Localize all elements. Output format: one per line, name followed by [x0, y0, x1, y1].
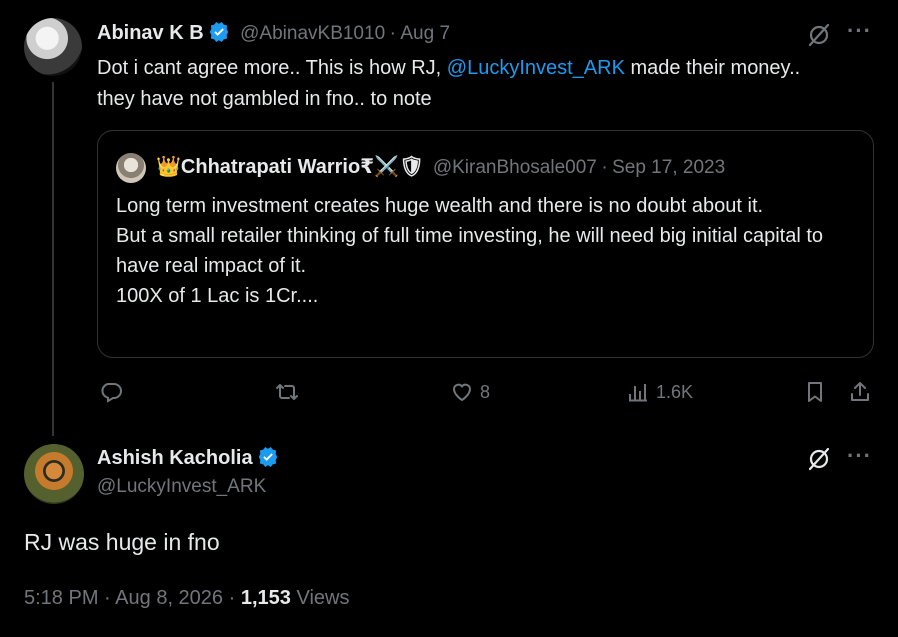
verified-badge-icon: [209, 22, 228, 42]
quote-author-name: 👑Chhatrapati Warrio₹⚔️🛡: [156, 156, 425, 178]
quote-text: Long term investment creates huge wealth…: [116, 191, 856, 311]
share-icon: [851, 382, 869, 401]
avatar-abinav[interactable]: [24, 18, 82, 76]
tweet2-sep2: ·: [228, 587, 236, 609]
verified-badge-icon: [258, 447, 277, 467]
bookmark-button[interactable]: [803, 380, 827, 404]
share-button[interactable]: [848, 380, 872, 404]
quote-handle: @KiranBhosale007: [432, 157, 597, 178]
more-icon[interactable]: ···: [847, 443, 872, 469]
tweet2-handle[interactable]: @LuckyInvest_ARK: [97, 476, 266, 498]
like-button[interactable]: 8: [450, 380, 490, 404]
quote-line-3: 100X of 1 Lac is 1Cr....: [116, 285, 319, 307]
quote-line-2: But a small retailer thinking of full ti…: [116, 225, 824, 277]
tweet2-meta: 5:18 PM · Aug 8, 2026 · 1,153 Views: [24, 587, 349, 610]
reply-button[interactable]: [99, 380, 123, 404]
more-icon[interactable]: ···: [847, 18, 872, 44]
quote-line-1: Long term investment creates huge wealth…: [116, 195, 764, 217]
avatar-ashish[interactable]: [24, 444, 84, 504]
quote-date: Sep 17, 2023: [612, 157, 726, 178]
tweet2-date[interactable]: Aug 8, 2026: [115, 587, 223, 609]
views-count: 1.6K: [656, 381, 694, 402]
tweet1-text-part1: Dot i cant agree more.. This is how RJ,: [97, 57, 447, 79]
quote-date-sep: ·: [601, 157, 608, 178]
tweet2-sep1: ·: [104, 587, 111, 609]
grok-icon[interactable]: [806, 446, 832, 477]
views-button[interactable]: 1.6K: [626, 380, 693, 404]
retweet-button[interactable]: [275, 380, 299, 404]
tweet2-text: RJ was huge in fno: [24, 529, 220, 555]
like-icon: [452, 383, 472, 402]
mention-link[interactable]: @LuckyInvest_ARK: [447, 57, 625, 79]
tweet2-author-row: Ashish Kacholia: [97, 446, 279, 470]
tweet1-text: Dot i cant agree more.. This is how RJ, …: [97, 53, 837, 115]
reply-icon: [101, 383, 122, 403]
grok-icon[interactable]: [806, 22, 832, 53]
tweet2-views-label: Views: [296, 587, 350, 609]
like-count: 8: [480, 381, 491, 402]
tweet2-time[interactable]: 5:18 PM: [24, 587, 98, 609]
tweet2-author-name[interactable]: Ashish Kacholia: [97, 447, 253, 469]
tweet1-header: Abinav K B @AbinavKB1010 · Aug 7: [97, 21, 450, 45]
quote-avatar: [116, 153, 146, 183]
tweet1-handle[interactable]: @AbinavKB1010: [240, 23, 385, 44]
thread-line: [52, 82, 54, 436]
tweet1-date-sep: ·: [389, 23, 396, 44]
quote-header: 👑Chhatrapati Warrio₹⚔️🛡 @KiranBhosale007…: [156, 154, 725, 179]
tweet2-views-count: 1,153: [240, 587, 291, 609]
views-icon: [629, 384, 647, 402]
tweet1-author-name[interactable]: Abinav K B: [97, 22, 204, 44]
retweet-icon: [276, 384, 298, 400]
tweet1-date[interactable]: Aug 7: [400, 23, 450, 44]
bookmark-icon: [808, 382, 822, 402]
quoted-tweet[interactable]: 👑Chhatrapati Warrio₹⚔️🛡 @KiranBhosale007…: [97, 130, 874, 358]
